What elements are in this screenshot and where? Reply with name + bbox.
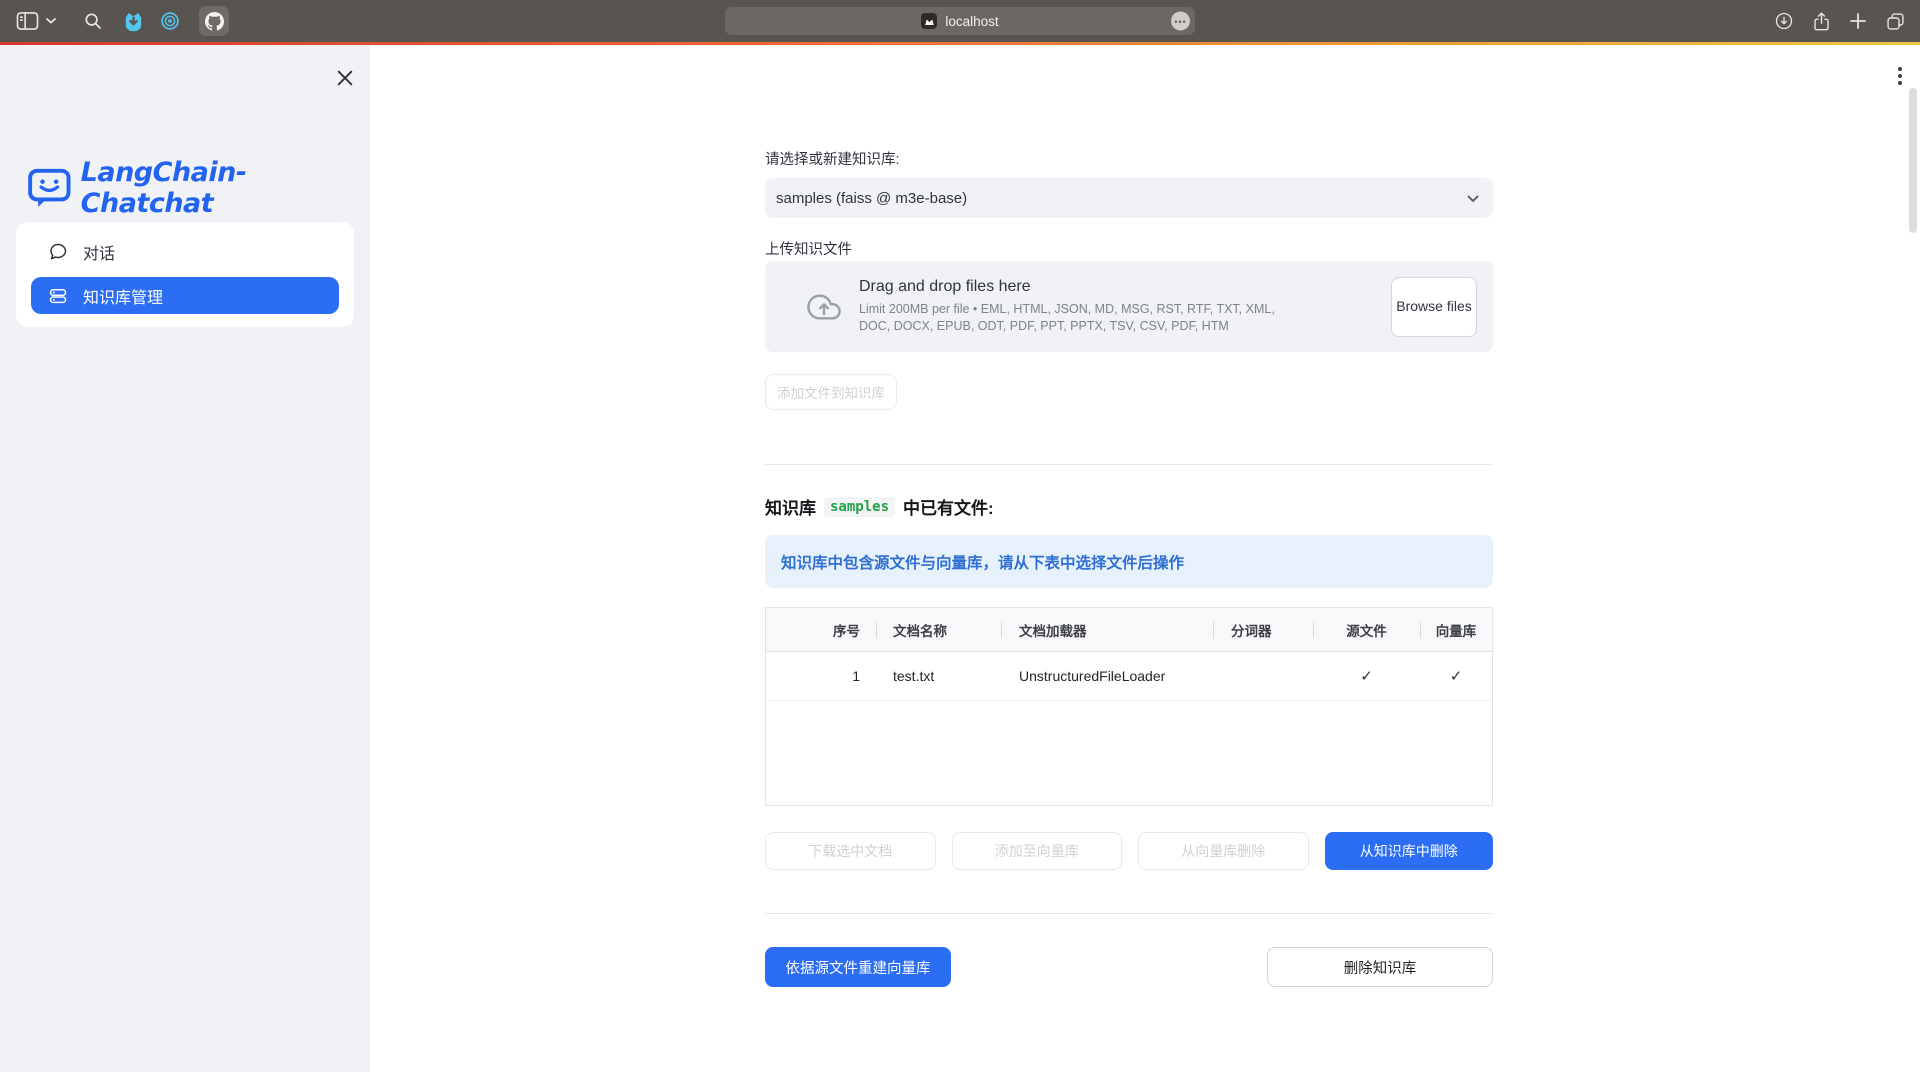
more-menu-icon[interactable]	[1890, 64, 1910, 88]
cell-no: 1	[766, 668, 876, 684]
logo-text: LangChain-Chatchat	[81, 157, 370, 219]
browser-chrome: localhost •••	[0, 0, 1920, 42]
col-header-splitter: 分词器	[1213, 620, 1313, 640]
pinned-tab-rings-icon[interactable]	[159, 10, 181, 32]
table-row[interactable]: 1 test.txt UnstructuredFileLoader ✓ ✓	[766, 652, 1492, 701]
new-tab-icon[interactable]	[1849, 12, 1867, 30]
rebuild-vector-store-button[interactable]: 依据源文件重建向量库	[765, 947, 951, 987]
database-icon	[48, 286, 68, 306]
add-files-to-kb-button[interactable]: 添加文件到知识库	[765, 374, 897, 410]
chat-bubble-icon	[48, 242, 68, 262]
pinned-tab-cat-icon[interactable]	[122, 10, 145, 33]
col-header-name: 文档名称	[876, 620, 1001, 640]
share-icon[interactable]	[1812, 11, 1831, 32]
download-selected-button[interactable]: 下载选中文档	[765, 832, 936, 870]
sidebar-item-label: 对话	[83, 240, 115, 264]
check-icon: ✓	[1313, 667, 1420, 685]
file-dropzone[interactable]: Drag and drop files here Limit 200MB per…	[765, 261, 1493, 352]
divider	[765, 464, 1493, 465]
delete-from-kb-button[interactable]: 从知识库中删除	[1325, 832, 1494, 870]
github-icon	[205, 12, 224, 31]
cell-loader: UnstructuredFileLoader	[1001, 668, 1213, 684]
upload-label: 上传知识文件	[765, 238, 852, 259]
github-tab[interactable]	[199, 6, 229, 36]
info-banner: 知识库中包含源文件与向量库，请从下表中选择文件后操作	[765, 535, 1493, 588]
chevron-down-icon[interactable]	[46, 18, 56, 24]
cell-name: test.txt	[876, 668, 1001, 684]
sidebar-item-label: 知识库管理	[83, 284, 163, 308]
kb-select[interactable]: samples (faiss @ m3e-base)	[765, 178, 1493, 218]
site-favicon	[921, 13, 937, 29]
scrollbar-thumb[interactable]	[1909, 88, 1917, 233]
cloud-upload-icon	[807, 290, 841, 324]
kb-name-code: samples	[824, 497, 895, 517]
kb-files-heading: 知识库 samples 中已有文件:	[765, 494, 994, 519]
chat-logo-icon	[28, 168, 71, 209]
browse-files-button[interactable]: Browse files	[1391, 277, 1477, 337]
col-header-source: 源文件	[1313, 620, 1420, 640]
nav-menu: 对话 知识库管理	[16, 222, 354, 327]
col-header-no: 序号	[766, 620, 876, 640]
kb-actions-row: 依据源文件重建向量库 删除知识库	[765, 947, 1493, 987]
delete-kb-button[interactable]: 删除知识库	[1267, 947, 1493, 987]
chevron-down-icon	[1467, 190, 1479, 207]
url-text: localhost	[945, 14, 998, 29]
kb-select-value: samples (faiss @ m3e-base)	[776, 190, 967, 207]
sidebar-item-dialogue[interactable]: 对话	[31, 231, 339, 273]
search-icon[interactable]	[84, 12, 102, 30]
kb-select-label: 请选择或新建知识库:	[765, 148, 900, 169]
remove-from-vector-store-button[interactable]: 从向量库删除	[1138, 832, 1309, 870]
col-header-vector: 向量库	[1420, 620, 1492, 640]
divider	[765, 913, 1493, 914]
check-icon: ✓	[1420, 667, 1492, 685]
dropzone-limit-text: Limit 200MB per file • EML, HTML, JSON, …	[859, 301, 1307, 336]
sidebar-item-kb-management[interactable]: 知识库管理	[31, 277, 339, 314]
tab-overview-icon[interactable]	[1885, 11, 1906, 32]
app-window: LangChain-Chatchat 对话 知识库管理 请选择或新建知	[0, 42, 1920, 1080]
address-bar[interactable]: localhost •••	[725, 7, 1195, 35]
app-logo: LangChain-Chatchat	[28, 157, 370, 219]
file-actions-row: 下载选中文档 添加至向量库 从向量库删除 从知识库中删除	[765, 832, 1493, 870]
files-table: 序号 文档名称 文档加载器 分词器 源文件 向量库 1 test.txt Uns…	[765, 607, 1493, 806]
table-header-row: 序号 文档名称 文档加载器 分词器 源文件 向量库	[766, 608, 1492, 652]
downloads-icon[interactable]	[1774, 11, 1794, 31]
col-header-loader: 文档加载器	[1001, 620, 1213, 640]
dropzone-title: Drag and drop files here	[859, 278, 1307, 296]
add-to-vector-store-button[interactable]: 添加至向量库	[952, 832, 1123, 870]
page-options-icon[interactable]: •••	[1171, 12, 1190, 31]
sidebar: LangChain-Chatchat 对话 知识库管理	[0, 45, 370, 1072]
close-sidebar-icon[interactable]	[337, 70, 353, 86]
sidebar-toggle-icon[interactable]	[16, 11, 39, 31]
